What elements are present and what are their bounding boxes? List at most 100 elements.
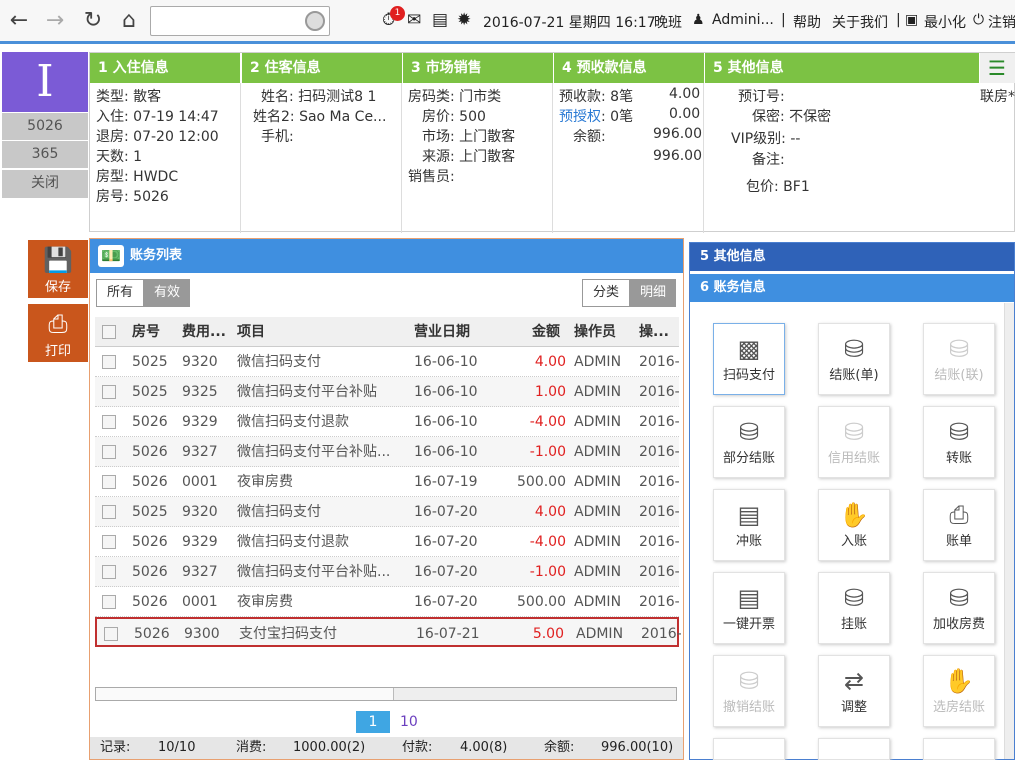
shift-label: 晚班 [654,15,682,31]
checkout-linked-button[interactable]: ⛁ 结账(联) [923,323,995,395]
table-row[interactable]: 5026 0001 夜审房费 16-07-19 500.00 ADMIN 2016- [95,467,679,497]
minimize-icon[interactable]: ▣ [905,12,918,28]
table-row[interactable]: 5025 9320 微信扫码支付 16-07-20 4.00 ADMIN 2016- [95,497,679,527]
select-room-checkout-button[interactable]: ✋ 选房结账 [923,655,995,727]
mail-icon[interactable]: ✉ [407,10,421,30]
row-checkbox[interactable] [102,415,116,429]
close-button[interactable]: 关闭 [2,170,88,198]
adjust-button[interactable]: ⇄ 调整 [818,655,890,727]
filter-valid-button[interactable]: 有效 [144,279,190,307]
reverse-button[interactable]: ▤ 冲账 [713,489,785,561]
pending-button[interactable]: ⛁ 挂账 [818,572,890,644]
status-bar: 记录: 10/10 消费: 1000.00(2) 付款: 4.00(8) 余额:… [90,737,683,759]
row-checkbox[interactable] [102,565,116,579]
row-checkbox[interactable] [102,595,116,609]
pending-icon: ⛁ [843,584,865,612]
view-detail-button[interactable]: 明细 [630,279,676,307]
credit-checkout-icon: ⛁ [843,418,865,446]
row-checkbox[interactable] [102,505,116,519]
vertical-scrollbar[interactable] [1004,303,1014,759]
credit-checkout-button[interactable]: ⛁ 信用结账 [818,406,890,478]
tab-market[interactable]: 3 市场销售 [403,53,553,83]
about-link[interactable]: 关于我们 [832,12,888,32]
other-info-header[interactable]: 5 其他信息 [690,243,1014,271]
select-all-checkbox[interactable] [102,325,116,339]
more-action-button[interactable] [923,738,995,760]
table-row[interactable]: 5026 9327 微信扫码支付平台补贴... 16-07-20 -1.00 ADMIN 2… [95,557,679,587]
table-row[interactable]: 5026 9329 微信扫码支付退款 16-07-20 -4.00 ADMIN 2016- [95,527,679,557]
tab-deposit[interactable]: 4 预收款信息 [554,53,704,83]
account-list-title: 账务列表 [90,239,683,273]
tab-guest[interactable]: 2 住客信息 [242,53,402,83]
extra-charge-button[interactable]: ⛁ 加收房费 [923,572,995,644]
adjust-icon: ⇄ [843,667,865,695]
row-checkbox[interactable] [104,627,118,641]
post-button[interactable]: ✋ 入账 [818,489,890,561]
row-checkbox[interactable] [102,535,116,549]
checkout-single-icon: ⛁ [843,335,865,363]
invoice-button[interactable]: ▤ 一键开票 [713,572,785,644]
checkout-single-button[interactable]: ⛁ 结账(单) [818,323,890,395]
save-disk-icon[interactable]: ▤ [432,10,448,30]
page-current-button[interactable]: 1 [356,711,390,733]
tab-other[interactable]: 5 其他信息 [705,53,979,83]
guest-info: 姓名: 扫码测试8 1 姓名2: Sao Ma Ce... 手机: [241,83,402,233]
user-icon: ♟ [692,12,705,28]
extra-charge-icon: ⛁ [948,584,970,612]
more-action-button[interactable] [713,738,785,760]
table-row[interactable]: 5026 9300 支付宝扫码支付 16-07-21 5.00 ADMIN 2016- [95,617,681,647]
view-class-button[interactable]: 分类 [582,279,630,307]
save-icon: 💾 [43,246,73,274]
other-info: 预订号: 保密: 不保密 VIP级别: -- 备注: 包价: BF1 联房* [731,89,1015,195]
bill-button[interactable]: ⎙ 账单 [923,489,995,561]
user-name[interactable]: Admini... [712,12,774,28]
print-button[interactable]: ⎙ 打印 [28,304,88,362]
page-total-link[interactable]: 10 [400,711,418,733]
horizontal-scrollbar[interactable] [95,687,677,701]
scan-pay-button[interactable]: ▩ 扫码支付 [713,323,785,395]
market-info: 房码类: 门市类 房价: 500 市场: 上门散客 来源: 上门散客 销售员: [402,83,553,233]
info-panel: 1 入住信息 2 住客信息 3 市场销售 4 预收款信息 5 其他信息 ☰ 类型… [89,52,1015,233]
search-input[interactable] [150,6,330,36]
table-row[interactable]: 5026 9329 微信扫码支付退款 16-06-10 -4.00 ADMIN 2016- [95,407,679,437]
menu-list-icon[interactable]: ☰ [980,53,1015,83]
minimize-button[interactable]: 最小化 [924,12,966,32]
scrollbar-thumb[interactable] [96,688,394,700]
forward-icon[interactable]: → [42,8,68,34]
undo-checkout-button[interactable]: ⛁ 撤销结账 [713,655,785,727]
home-icon[interactable]: ⌂ [116,8,142,34]
checkin-info: 类型: 散客 入住: 07-19 14:47 退房: 07-20 12:00 天… [90,83,241,233]
more-action-button[interactable] [818,738,890,760]
row-checkbox[interactable] [102,445,116,459]
row-checkbox[interactable] [102,475,116,489]
table-row[interactable]: 5025 9325 微信扫码支付平台补贴 16-06-10 1.00 ADMIN 2016- [95,377,679,407]
transfer-button[interactable]: ⛁ 转账 [923,406,995,478]
help-link[interactable]: 帮助 [793,12,821,32]
room-number: 5026 [2,113,88,140]
partial-checkout-button[interactable]: ⛁ 部分结账 [713,406,785,478]
row-checkbox[interactable] [102,385,116,399]
preauth-link[interactable]: 预授权 [559,106,601,126]
row-checkbox[interactable] [102,355,116,369]
refresh-icon[interactable]: ↻ [80,8,106,34]
account-list-panel: 账务列表 💵 所有 有效 分类 明细 房号 费用... 项目 营业日期 金额 操… [89,238,684,760]
settings-icon[interactable]: ✹ [457,10,471,30]
table-row[interactable]: 5025 9320 微信扫码支付 16-06-10 4.00 ADMIN 2016- [95,347,679,377]
invoice-icon: ▤ [737,584,761,612]
notification-badge: 1 [390,6,405,21]
top-toolbar: ← → ↻ ⌂ ⏱ 1 ✉ ▤ ✹ 2016-07-21 星期四 16:17 晚… [0,0,1015,44]
post-icon: ✋ [839,501,869,529]
filter-all-button[interactable]: 所有 [96,279,144,307]
bill-icon: ⎙ [949,501,969,529]
logout-icon[interactable]: ⏻ [973,12,984,28]
scan-pay-icon: ▩ [737,335,761,363]
account-info-header[interactable]: 6 账务信息 [690,274,1014,302]
search-icon[interactable] [305,11,325,31]
save-button[interactable]: 💾 保存 [28,240,88,298]
deposit-info: 预收款: 8笔 4.00 预授权 : 0笔 0.00 余额: 996.00 99… [553,83,704,233]
table-row[interactable]: 5026 0001 夜审房费 16-07-20 500.00 ADMIN 2016- [95,587,679,617]
back-icon[interactable]: ← [6,8,32,34]
logout-button[interactable]: 注销 [988,12,1015,32]
table-row[interactable]: 5026 9327 微信扫码支付平台补贴... 16-06-10 -1.00 ADMIN 2… [95,437,679,467]
tab-checkin[interactable]: 1 入住信息 [90,53,240,83]
